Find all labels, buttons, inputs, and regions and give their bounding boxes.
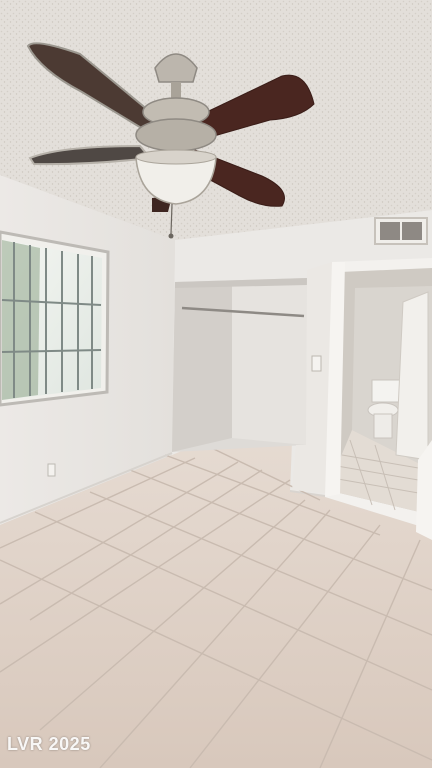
watermark-text: LVR 2025 xyxy=(7,734,91,754)
room-photo: LVR 2025 xyxy=(0,0,432,768)
barred-window xyxy=(0,230,110,407)
room-illustration xyxy=(0,0,432,768)
hvac-vent xyxy=(374,217,428,245)
open-closet xyxy=(172,278,307,452)
light-switch xyxy=(311,355,322,372)
bathroom-doorway xyxy=(325,258,432,540)
wall-outlet xyxy=(47,463,56,477)
